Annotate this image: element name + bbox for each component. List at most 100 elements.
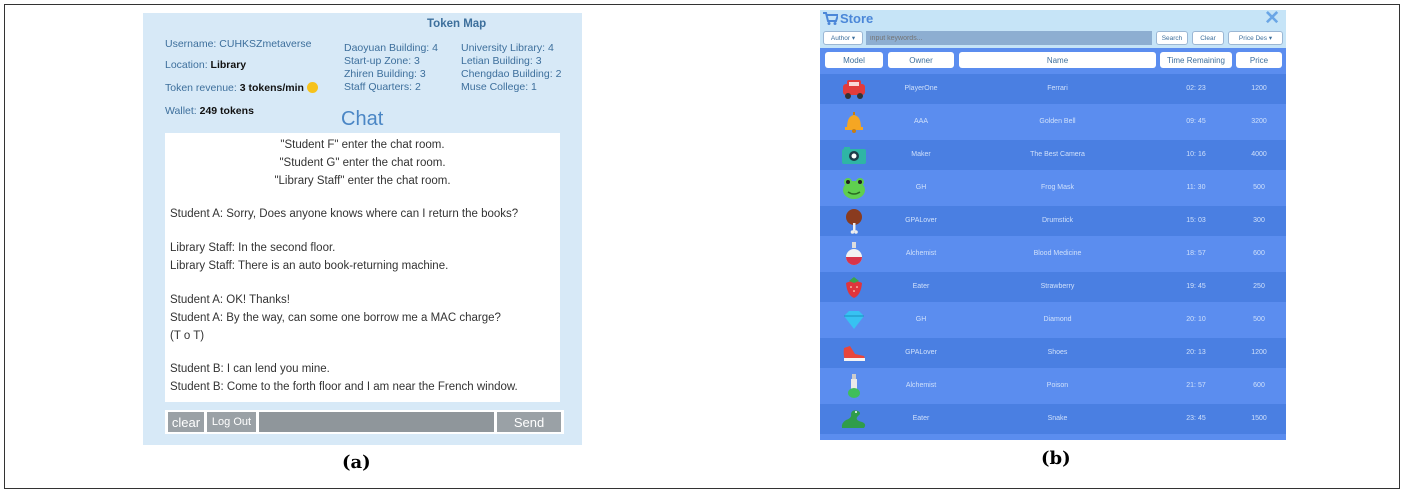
- store-title: Store: [840, 11, 874, 26]
- store-item-row[interactable]: Alchemist Blood Medicine 18: 57 600: [820, 239, 1286, 269]
- column-header-name[interactable]: Name: [959, 52, 1156, 68]
- clear-button[interactable]: clear: [168, 412, 204, 432]
- chat-input-bar: clear Log Out Send: [165, 410, 564, 434]
- item-time-remaining: 20: 10: [1186, 316, 1206, 323]
- search-button[interactable]: Search: [1156, 31, 1188, 45]
- item-owner: GH: [915, 184, 927, 191]
- store-item-row[interactable]: Alchemist Poison 21: 57 600: [820, 371, 1286, 401]
- send-button[interactable]: Send: [497, 412, 561, 432]
- token-map-entry: Muse College: 1: [461, 81, 537, 93]
- diamond-icon: [825, 305, 883, 335]
- clear-search-button[interactable]: Clear: [1192, 31, 1224, 45]
- column-header-owner[interactable]: Owner: [888, 52, 954, 68]
- item-name: Diamond: [1043, 316, 1072, 323]
- item-price: 600: [1253, 250, 1265, 257]
- token-map-entry: Chengdao Building: 2: [461, 68, 562, 80]
- item-name: Ferrari: [1047, 85, 1068, 92]
- item-price: 300: [1253, 217, 1265, 224]
- location-row: Location: Library: [165, 59, 246, 71]
- wallet-label: Wallet:: [165, 105, 200, 117]
- item-time-remaining: 18: 57: [1186, 250, 1206, 257]
- item-owner: Eater: [912, 415, 930, 422]
- drumstick-icon: [825, 206, 883, 236]
- item-price: 600: [1253, 382, 1265, 389]
- store-item-row[interactable]: Eater Snake 23: 45 1500: [820, 404, 1286, 434]
- item-price: 1500: [1251, 415, 1267, 422]
- token-map-entry: Start-up Zone: 3: [344, 55, 420, 67]
- store-header: Store ✕: [820, 7, 1286, 30]
- chat-message: Student A: OK! Thanks!: [170, 294, 290, 306]
- chat-title: Chat: [341, 108, 384, 130]
- chat-message: Student B: I can lend you mine.: [170, 363, 330, 375]
- token-map-entry: Zhiren Building: 3: [344, 68, 426, 80]
- token-map-right-column: University Library: 4 Letian Building: 3…: [461, 42, 561, 94]
- item-owner: PlayerOne: [904, 85, 938, 92]
- chat-message: Student B: Come to the forth floor and I…: [170, 381, 518, 393]
- item-time-remaining: 21: 57: [1186, 382, 1206, 389]
- store-item-row[interactable]: Maker The Best Camera 10: 16 4000: [820, 140, 1286, 170]
- logout-button[interactable]: Log Out: [207, 412, 256, 432]
- chat-message: "Student G" enter the chat room.: [279, 157, 446, 169]
- token-revenue-row: Token revenue: 3 tokens/min: [165, 82, 318, 94]
- column-header-time-remaining[interactable]: Time Remaining: [1160, 52, 1232, 68]
- store-item-row[interactable]: GPALover Shoes 20: 13 1200: [820, 338, 1286, 368]
- store-item-row[interactable]: GH Diamond 20: 10 500: [820, 305, 1286, 335]
- item-time-remaining: 20: 13: [1186, 349, 1206, 356]
- store-item-row[interactable]: GH Frog Mask 11: 30 500: [820, 173, 1286, 203]
- chat-message: "Library Staff" enter the chat room.: [274, 175, 451, 187]
- item-name: The Best Camera: [1030, 151, 1085, 158]
- chat-message: Library Staff: There is an auto book-ret…: [170, 260, 449, 272]
- caption-b: (b): [1041, 448, 1071, 469]
- car-icon: [825, 74, 883, 104]
- sort-select[interactable]: Price Des ▾: [1228, 31, 1283, 45]
- item-name: Snake: [1047, 415, 1068, 422]
- item-owner: Eater: [912, 283, 930, 290]
- wallet-row: Wallet: 249 tokens: [165, 105, 254, 117]
- poison-icon: [825, 371, 883, 401]
- chat-message: "Student F" enter the chat room.: [280, 139, 445, 151]
- token-revenue-label: Token revenue:: [165, 82, 240, 94]
- item-time-remaining: 23: 45: [1186, 415, 1206, 422]
- location-value: Library: [210, 59, 247, 71]
- item-price: 4000: [1251, 151, 1267, 158]
- item-name: Strawberry: [1040, 283, 1075, 290]
- snake-icon: [825, 404, 883, 434]
- chat-message-input[interactable]: [259, 412, 494, 432]
- item-name: Poison: [1046, 382, 1069, 389]
- bell-icon: [825, 107, 883, 137]
- item-name: Golden Bell: [1039, 118, 1076, 125]
- close-icon[interactable]: ✕: [1264, 7, 1280, 30]
- token-map-entry: Daoyuan Building: 4: [344, 42, 438, 54]
- token-revenue-value: 3 tokens/min: [239, 82, 304, 94]
- store-item-row[interactable]: AAA Golden Bell 09: 45 3200: [820, 107, 1286, 137]
- item-price: 250: [1253, 283, 1265, 290]
- search-input[interactable]: [866, 31, 1152, 45]
- item-owner: GH: [915, 316, 927, 323]
- item-name: Frog Mask: [1040, 184, 1075, 191]
- store-item-row[interactable]: GPALover Drumstick 15: 03 300: [820, 206, 1286, 236]
- coin-icon: [306, 82, 318, 93]
- username-row: Username: CUHKSZmetaverse: [165, 38, 311, 50]
- token-map-entry: Letian Building: 3: [461, 55, 542, 67]
- store-item-row[interactable]: PlayerOne Ferrari 02: 23 1200: [820, 74, 1286, 104]
- item-price: 3200: [1251, 118, 1267, 125]
- item-price: 500: [1253, 184, 1265, 191]
- item-name: Shoes: [1047, 349, 1068, 356]
- potion-icon: [825, 239, 883, 269]
- author-filter-select[interactable]: Author ▾: [823, 31, 863, 45]
- chat-message: (T o T): [170, 330, 205, 342]
- column-header-price[interactable]: Price: [1236, 52, 1282, 68]
- frog-mask-icon: [825, 173, 883, 203]
- item-price: 1200: [1251, 85, 1267, 92]
- store-item-row[interactable]: Eater Strawberry 19: 45 250: [820, 272, 1286, 302]
- camera-icon: [825, 140, 883, 170]
- item-time-remaining: 11: 30: [1186, 184, 1206, 191]
- item-owner: Maker: [911, 151, 931, 158]
- item-owner: AAA: [913, 118, 928, 125]
- location-label: Location:: [165, 59, 211, 71]
- chat-log[interactable]: "Student F" enter the chat room. "Studen…: [165, 133, 560, 402]
- token-map-entry: University Library: 4: [461, 42, 554, 54]
- item-time-remaining: 19: 45: [1186, 283, 1206, 290]
- game-panel: Username: CUHKSZmetaverse Location: Libr…: [143, 13, 582, 445]
- column-header-model[interactable]: Model: [825, 52, 883, 68]
